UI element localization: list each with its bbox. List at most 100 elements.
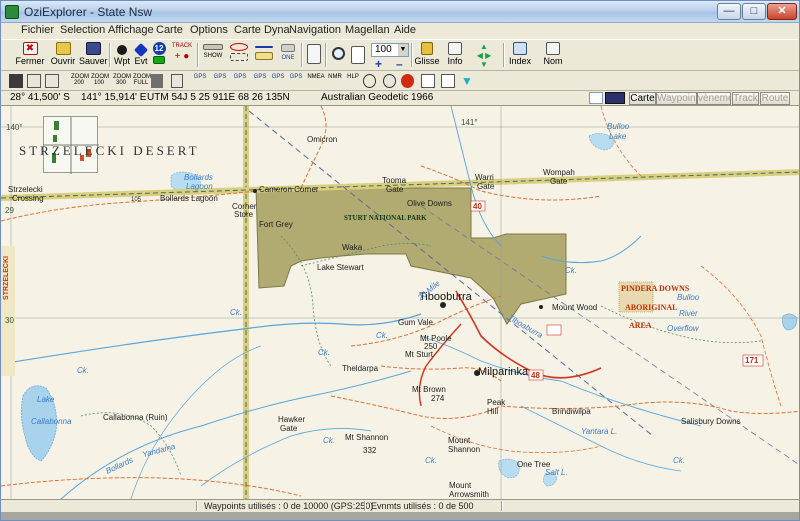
coordinate-input[interactable] bbox=[589, 92, 603, 104]
gps-label: GPS bbox=[213, 74, 227, 80]
gps-button-3[interactable]: GPS bbox=[231, 74, 249, 88]
gps-label: GPS bbox=[271, 74, 285, 80]
place-hill: Hill bbox=[487, 407, 499, 416]
crosshair-icon[interactable] bbox=[383, 74, 396, 88]
zoom-300-button[interactable]: ZOOM 300 bbox=[113, 74, 131, 88]
info-button[interactable]: Info bbox=[444, 40, 466, 70]
place-omicron: Omicron bbox=[307, 135, 338, 144]
place-creek-4: Ck. bbox=[323, 436, 335, 445]
hlp-button[interactable]: HLP bbox=[345, 74, 361, 88]
menu-navigation[interactable]: Navigation bbox=[289, 24, 341, 36]
nmr-label: NMR bbox=[328, 74, 342, 80]
place-lake-callabonna: Lake bbox=[37, 395, 55, 404]
sauver-button[interactable]: Sauver bbox=[79, 40, 108, 70]
ellipse-route-icon bbox=[230, 43, 248, 51]
signal-icon[interactable]: ▼ bbox=[461, 74, 473, 88]
fermer-button[interactable]: ✖ Fermer bbox=[15, 40, 45, 70]
menu-selection[interactable]: Selection bbox=[60, 24, 105, 36]
compass-icon[interactable] bbox=[363, 74, 376, 88]
wpt-label: Wpt bbox=[113, 56, 130, 66]
gps-setup-icon[interactable] bbox=[171, 74, 183, 88]
menu-aide[interactable]: Aide bbox=[394, 24, 416, 36]
gps-button-2[interactable]: GPS bbox=[211, 74, 229, 88]
one-label: ONE bbox=[281, 55, 295, 61]
arrow-left-right-icon: ◀ ▶ bbox=[476, 51, 492, 60]
move-map-icon[interactable] bbox=[9, 74, 23, 88]
place-mt-brown-height: 274 bbox=[431, 394, 445, 403]
print-icon[interactable] bbox=[151, 74, 163, 88]
close-button[interactable]: ✕ bbox=[767, 3, 797, 20]
zoom-full-button[interactable]: ZOOM FULL bbox=[133, 74, 151, 88]
chevron-down-icon[interactable]: ▼ bbox=[398, 44, 408, 56]
profile-icon[interactable] bbox=[441, 74, 455, 88]
title-bar[interactable]: OziExplorer - State Nsw — □ ✕ bbox=[1, 1, 799, 23]
menu-options[interactable]: Options bbox=[190, 24, 228, 36]
event-button[interactable]: Evt bbox=[133, 40, 149, 70]
place-mt-shannon: Mt Shannon bbox=[345, 433, 389, 442]
route-button[interactable]: Route bbox=[760, 92, 790, 105]
edit-page-icon bbox=[351, 46, 365, 64]
show-button[interactable]: SHOW bbox=[201, 40, 225, 70]
route-tools-button[interactable] bbox=[227, 40, 251, 70]
track-button[interactable]: TRACK + ● bbox=[169, 40, 195, 70]
gps-button-4[interactable]: GPS bbox=[251, 74, 269, 88]
place-creek-2: Ck. bbox=[376, 331, 388, 340]
place-mt-sturt: Mt Sturt bbox=[405, 350, 434, 359]
index-label: Index bbox=[508, 56, 532, 66]
zoom-in-button[interactable]: + bbox=[375, 57, 382, 71]
show-label: SHOW bbox=[203, 53, 223, 59]
glisse-label: Glisse bbox=[414, 56, 440, 66]
ouvrir-label: Ouvrir bbox=[50, 56, 76, 66]
glisse-button[interactable]: Glisse bbox=[413, 40, 441, 70]
evenement-button[interactable]: vèneme bbox=[697, 92, 731, 105]
waypoint-button[interactable]: Wpt bbox=[113, 40, 131, 70]
minimize-button[interactable]: — bbox=[717, 3, 741, 20]
maximize-button[interactable]: □ bbox=[742, 3, 766, 20]
stop-icon[interactable] bbox=[401, 74, 414, 88]
menu-magellan[interactable]: Magellan bbox=[345, 24, 390, 36]
chart-icon[interactable] bbox=[421, 74, 435, 88]
route-number-button[interactable]: 12 bbox=[151, 40, 167, 70]
menu-affichage[interactable]: Affichage bbox=[108, 24, 154, 36]
pan-arrows-button[interactable]: ▲ ◀ ▶ ▼ bbox=[469, 40, 499, 70]
nav-icon[interactable] bbox=[45, 74, 59, 88]
zoom-out-button[interactable]: – bbox=[396, 57, 403, 71]
carte-button[interactable]: Carte bbox=[629, 92, 656, 105]
measure-icon[interactable] bbox=[27, 74, 41, 88]
zoom-100-button[interactable]: ZOOM 100 bbox=[91, 74, 109, 88]
track-list-button[interactable] bbox=[305, 40, 323, 70]
line-tools-button[interactable] bbox=[253, 40, 275, 70]
map-canvas[interactable]: STRZELECKI DESERT 140° 141° 29 30 Omicro… bbox=[1, 106, 799, 499]
road-number-171: 171 bbox=[745, 356, 759, 365]
nom-button[interactable]: Nom bbox=[541, 40, 565, 70]
zoom-300-bottom: 300 bbox=[115, 80, 126, 86]
ouvrir-button[interactable]: Ouvrir bbox=[49, 40, 77, 70]
fermer-label: Fermer bbox=[15, 56, 45, 66]
gps-button-1[interactable]: GPS bbox=[191, 74, 209, 88]
edit-button[interactable] bbox=[349, 40, 367, 70]
gps-button-5[interactable]: GPS bbox=[269, 74, 287, 88]
main-toolbar: ✖ Fermer Ouvrir Sauver Wpt Evt 12 TRACK … bbox=[1, 39, 799, 71]
one-button[interactable]: ONE bbox=[277, 40, 299, 70]
toolbar-separator bbox=[503, 43, 505, 67]
nmr-button[interactable]: NMR bbox=[327, 74, 343, 88]
menu-carte-dyna[interactable]: Carte Dyna bbox=[234, 24, 290, 36]
find-button[interactable] bbox=[328, 40, 348, 70]
dashed-box-icon bbox=[230, 53, 248, 61]
place-olive-downs: Olive Downs bbox=[407, 199, 452, 208]
nmea-button[interactable]: NMEA bbox=[307, 74, 325, 88]
menu-carte[interactable]: Carte bbox=[156, 24, 183, 36]
waypoint-button-coord[interactable]: Waypoint bbox=[656, 92, 697, 105]
zoom-level-select[interactable]: 100 ▼ bbox=[371, 43, 409, 57]
grid-label-140: 140° bbox=[6, 123, 23, 132]
info-icon bbox=[448, 42, 462, 55]
track-button-coord[interactable]: Track bbox=[732, 92, 759, 105]
place-hawker-gate: Gate bbox=[280, 424, 298, 433]
menu-fichier[interactable]: Fichier bbox=[21, 24, 54, 36]
gps-button-6[interactable]: GPS bbox=[287, 74, 305, 88]
place-hawker: Hawker bbox=[278, 415, 306, 424]
save-position-icon[interactable] bbox=[605, 92, 625, 104]
zoom-200-button[interactable]: ZOOM 200 bbox=[71, 74, 89, 88]
index-button[interactable]: Index bbox=[507, 40, 533, 70]
name-icon bbox=[546, 42, 560, 55]
